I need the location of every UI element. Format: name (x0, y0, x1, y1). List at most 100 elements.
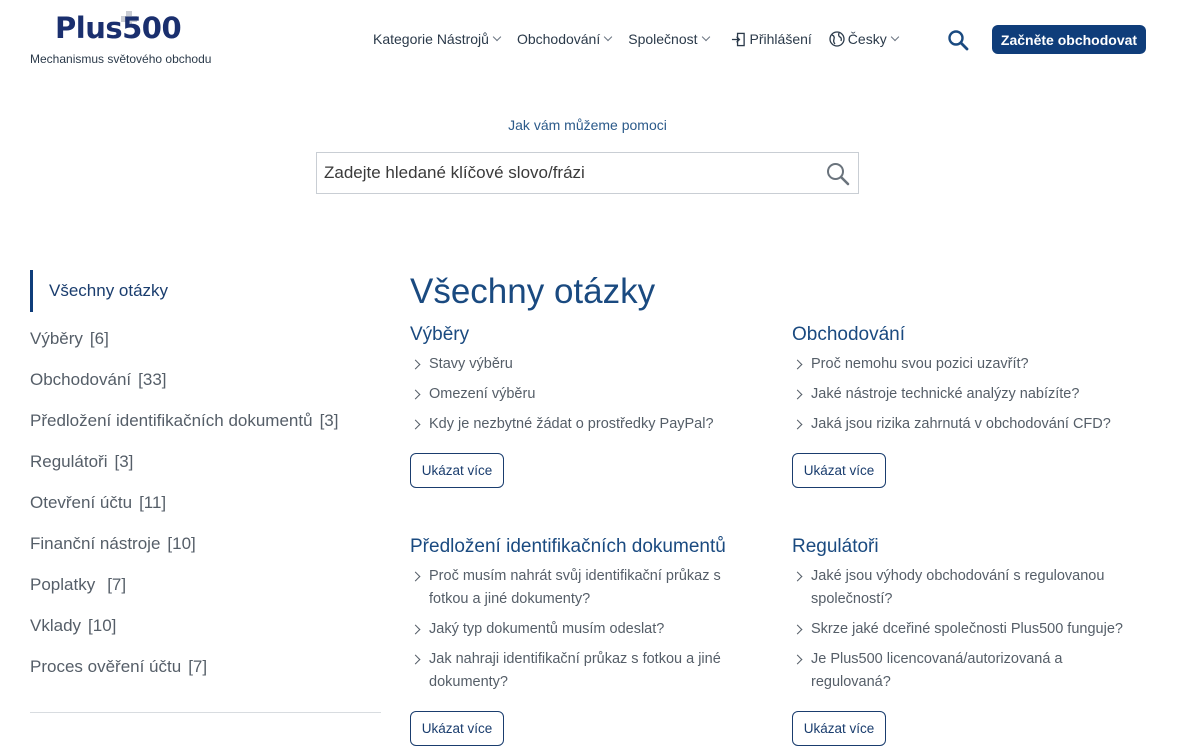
nav-company[interactable]: Společnost (628, 31, 710, 47)
question-link[interactable]: Stavy výběru (410, 353, 760, 376)
search-box (316, 152, 859, 194)
question-link[interactable]: Kdy je nezbytné žádat o prostředky PayPa… (410, 413, 760, 436)
sidebar-item-trading[interactable]: Obchodování [33] (30, 359, 338, 400)
sidebar-item-regulators[interactable]: Regulátoři [3] (30, 441, 338, 482)
sidebar-item-financial-instruments[interactable]: Finanční nástroje [10] (30, 523, 338, 564)
question-link[interactable]: Proč musím nahrát svůj identifikační prů… (410, 565, 760, 611)
search-input[interactable] (317, 153, 807, 193)
question-text: Skrze jaké dceřiné společnosti Plus500 f… (811, 621, 1123, 637)
question-link[interactable]: Jaká jsou rizika zahrnutá v obchodování … (792, 413, 1142, 436)
chevron-right-icon (792, 618, 811, 641)
show-more-button[interactable]: Ukázat více (792, 453, 886, 488)
question-link[interactable]: Skrze jaké dceřiné společnosti Plus500 f… (792, 618, 1142, 641)
search-icon[interactable] (947, 29, 969, 51)
search-icon[interactable] (825, 161, 851, 187)
question-text: Kdy je nezbytné žádat o prostředky PayPa… (429, 416, 714, 432)
question-text: Jaké jsou výhody obchodování s regulovan… (811, 568, 1105, 607)
sidebar-item-label: Výběry (30, 328, 83, 348)
chevron-down-icon (701, 32, 710, 42)
nav-label: Společnost (628, 31, 698, 47)
sidebar-divider (30, 712, 381, 713)
sidebar-item-count: [11] (139, 492, 167, 512)
sidebar-category-list: Výběry [6] Obchodování [33] Předložení i… (30, 318, 338, 687)
chevron-right-icon (410, 618, 429, 641)
question-link[interactable]: Je Plus500 licencovaná/autorizovaná a re… (792, 648, 1142, 694)
sidebar-item-label: Otevření účtu (30, 492, 133, 512)
sidebar-item-label: Předložení identifikačních dokumentů (30, 410, 313, 430)
question-link[interactable]: Jaký typ dokumentů musím odeslat? (410, 618, 760, 641)
chevron-right-icon (410, 565, 429, 611)
login-link[interactable]: Přihlášení (731, 31, 812, 47)
sidebar-item-count: [10] (167, 533, 196, 553)
question-text: Proč nemohu svou pozici uzavřít? (811, 356, 1029, 372)
sidebar-item-fees[interactable]: Poplatky [7] (30, 564, 338, 605)
question-link[interactable]: Jaké jsou výhody obchodování s regulovan… (792, 565, 1142, 611)
question-link[interactable]: Jaké nástroje technické analýzy nabízíte… (792, 383, 1142, 406)
sidebar-item-count: [3] (319, 410, 339, 430)
section-title[interactable]: Regulátoři (792, 534, 1142, 560)
sidebar-item-account-verification[interactable]: Proces ověření účtu [7] (30, 646, 338, 687)
plus500-logo[interactable]: Plus500 (55, 11, 182, 45)
chevron-right-icon (410, 353, 429, 376)
sidebar-item-label: Proces ověření účtu (30, 656, 182, 676)
logo-text: Plus500 (55, 11, 182, 45)
login-label: Přihlášení (749, 31, 812, 47)
chevron-right-icon (792, 565, 811, 611)
chevron-down-icon (890, 32, 899, 42)
chevron-right-icon (792, 353, 811, 376)
sidebar-item-id-documents[interactable]: Předložení identifikačních dokumentů [3] (30, 400, 338, 441)
sidebar-item-label: Poplatky (30, 574, 96, 594)
question-text: Jaký typ dokumentů musím odeslat? (429, 621, 665, 637)
nav-label: Kategorie Nástrojů (373, 31, 489, 47)
language-selector[interactable]: Česky (829, 31, 899, 47)
sidebar-item-count: [6] (89, 328, 109, 348)
show-more-button[interactable]: Ukázat více (792, 711, 886, 746)
sidebar-item-account-opening[interactable]: Otevření účtu [11] (30, 482, 338, 523)
chevron-right-icon (410, 648, 429, 694)
sidebar-item-count: [7] (188, 656, 208, 676)
nav-instrument-categories[interactable]: Kategorie Nástrojů (373, 31, 502, 47)
question-text: Jak nahraji identifikační průkaz s fotko… (429, 651, 721, 690)
question-link[interactable]: Proč nemohu svou pozici uzavřít? (792, 353, 1142, 376)
sidebar-item-count: [10] (88, 615, 117, 635)
sidebar-item-all-questions[interactable]: Všechny otázky (30, 270, 168, 312)
show-more-button[interactable]: Ukázat více (410, 711, 504, 746)
question-link[interactable]: Omezení výběru (410, 383, 760, 406)
section-id-documents: Předložení identifikačních dokumentů Pro… (410, 534, 760, 701)
question-text: Jaké nástroje technické analýzy nabízíte… (811, 386, 1080, 402)
chevron-right-icon (410, 383, 429, 406)
section-regulators: Regulátoři Jaké jsou výhody obchodování … (792, 534, 1142, 701)
sidebar-item-label: Finanční nástroje (30, 533, 161, 553)
sidebar-item-label: Obchodování (30, 369, 132, 389)
section-title[interactable]: Výběry (410, 322, 760, 348)
globe-icon (829, 31, 845, 47)
chevron-right-icon (792, 413, 811, 436)
section-trading: Obchodování Proč nemohu svou pozici uzav… (792, 322, 1142, 443)
chevron-right-icon (792, 383, 811, 406)
language-label: Česky (847, 31, 887, 47)
sidebar-item-count: [3] (114, 451, 134, 471)
sidebar-item-withdrawals[interactable]: Výběry [6] (30, 318, 338, 359)
sidebar-item-label: Regulátoři (30, 451, 108, 471)
show-more-button[interactable]: Ukázat více (410, 453, 504, 488)
chevron-down-icon (492, 32, 502, 42)
question-link[interactable]: Jak nahraji identifikační průkaz s fotko… (410, 648, 760, 694)
sidebar-item-count: [7] (107, 574, 127, 594)
section-title[interactable]: Obchodování (792, 322, 1142, 348)
page-title: Všechny otázky (410, 272, 656, 311)
start-trading-button[interactable]: Začněte obchodovat (992, 25, 1146, 54)
question-text: Je Plus500 licencovaná/autorizovaná a re… (811, 651, 1063, 690)
sidebar-item-deposits[interactable]: Vklady [10] (30, 605, 338, 646)
help-heading: Jak vám můžeme pomoci (508, 117, 667, 133)
nav-label: Obchodování (516, 31, 601, 47)
question-text: Jaká jsou rizika zahrnutá v obchodování … (811, 416, 1111, 432)
question-text: Omezení výběru (429, 386, 536, 402)
sidebar-item-label: Vklady (30, 615, 82, 635)
section-withdrawals: Výběry Stavy výběru Omezení výběru Kdy j… (410, 322, 760, 443)
sidebar-item-count: [33] (138, 369, 167, 389)
section-title[interactable]: Předložení identifikačních dokumentů (410, 534, 760, 560)
question-text: Proč musím nahrát svůj identifikační prů… (429, 568, 721, 607)
login-icon (731, 32, 745, 46)
chevron-down-icon (604, 32, 613, 42)
nav-trading[interactable]: Obchodování (516, 31, 613, 47)
